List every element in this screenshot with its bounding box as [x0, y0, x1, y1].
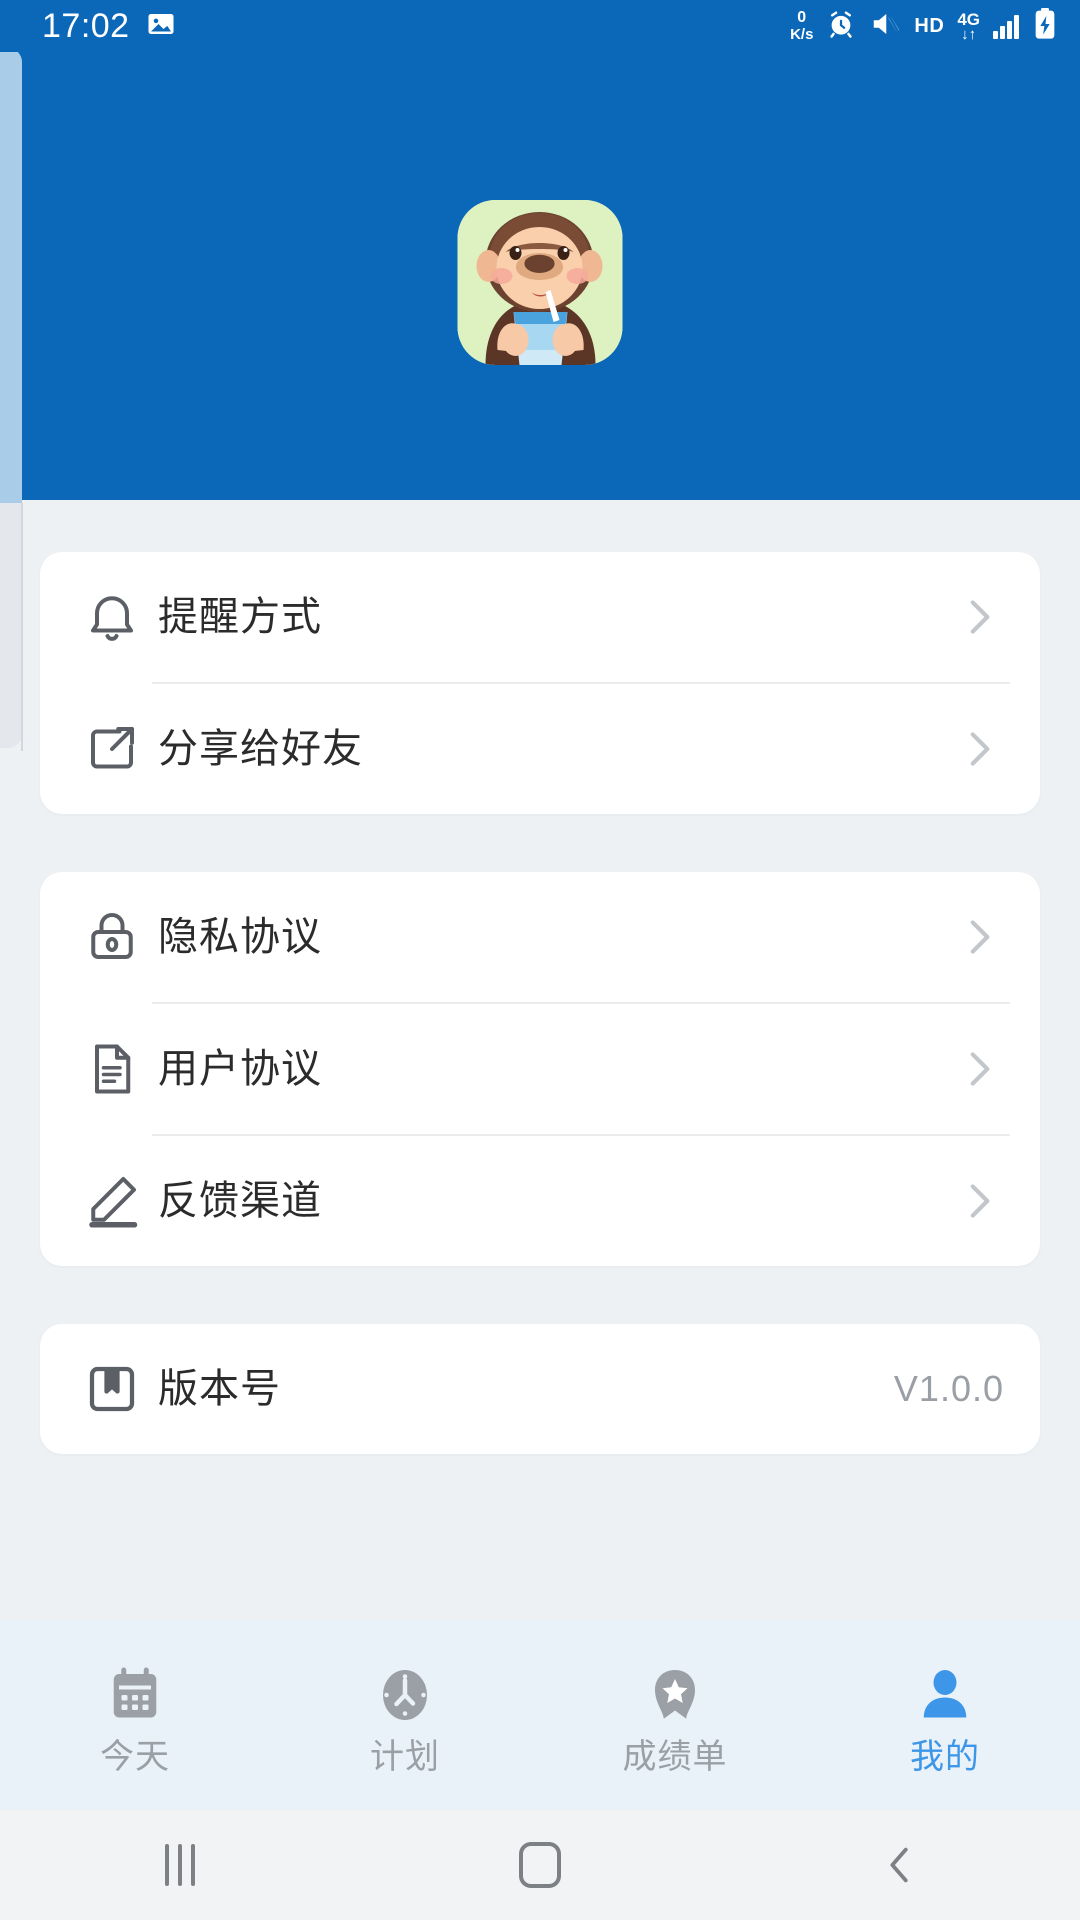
list-item-label: 用户协议: [158, 1046, 322, 1092]
back-icon[interactable]: [720, 1842, 1080, 1888]
pencil-icon: [82, 1171, 158, 1231]
list-item-label: 分享给好友: [158, 726, 363, 772]
document-icon: [82, 1039, 158, 1099]
android-nav-bar: [0, 1810, 1080, 1920]
network-type-label: 4G: [957, 9, 980, 29]
person-icon: [915, 1664, 975, 1726]
edge-peek-panel[interactable]: [0, 48, 22, 748]
tab-mine[interactable]: 我的: [810, 1620, 1080, 1810]
list-item-share[interactable]: 分享给好友: [40, 684, 1040, 814]
network-speed-indicator: 0 K/s: [790, 9, 814, 43]
battery-charging-icon: [1032, 7, 1058, 45]
network-type-indicator: 4G ↓↑: [957, 11, 980, 42]
chevron-right-icon: [954, 1044, 1004, 1094]
legal-card: 隐私协议 用户协议 反馈渠道: [40, 872, 1040, 1266]
tab-label: 我的: [910, 1737, 980, 1777]
calendar-icon: [105, 1664, 165, 1726]
home-icon[interactable]: [360, 1842, 720, 1888]
lock-icon: [82, 907, 158, 967]
list-item-version: 版本号 V1.0.0: [40, 1324, 1040, 1454]
list-item-user-agreement[interactable]: 用户协议: [40, 1004, 1040, 1134]
bottom-tab-bar: 今天 计划 成绩单 我的: [0, 1620, 1080, 1810]
tab-today[interactable]: 今天: [0, 1620, 270, 1810]
list-item-label: 版本号: [158, 1366, 281, 1412]
status-clock: 17:02: [42, 6, 130, 45]
tab-label: 成绩单: [622, 1737, 728, 1777]
network-speed-value: 0: [797, 9, 807, 26]
bookmark-icon: [82, 1359, 158, 1419]
tab-report[interactable]: 成绩单: [540, 1620, 810, 1810]
badge-star-icon: [645, 1664, 705, 1726]
tab-label: 计划: [370, 1737, 440, 1777]
edge-peek-divider: [21, 503, 23, 751]
version-card: 版本号 V1.0.0: [40, 1324, 1040, 1454]
chevron-right-icon: [954, 724, 1004, 774]
chevron-right-icon: [954, 592, 1004, 642]
list-item-label: 反馈渠道: [158, 1178, 322, 1224]
app-screen: 17:02 0 K/s HD 4G ↓↑ 提醒方式 分享给好友 隐私协议 用户协…: [0, 0, 1080, 1920]
monkey-drinking-water-icon: [457, 200, 623, 365]
chevron-right-icon: [954, 1176, 1004, 1226]
recents-icon[interactable]: [0, 1844, 360, 1886]
mute-icon: [869, 9, 901, 44]
network-speed-unit: K/s: [790, 26, 814, 43]
network-arrows: ↓↑: [961, 25, 977, 43]
share-icon: [82, 719, 158, 779]
settings-card: 提醒方式 分享给好友: [40, 552, 1040, 814]
image-icon: [146, 9, 176, 44]
bell-icon: [82, 587, 158, 647]
list-item-label: 提醒方式: [158, 594, 322, 640]
version-value: V1.0.0: [893, 1368, 1004, 1409]
status-bar: 17:02 0 K/s HD 4G ↓↑: [0, 0, 1080, 52]
tab-plan[interactable]: 计划: [270, 1620, 540, 1810]
list-item-privacy[interactable]: 隐私协议: [40, 872, 1040, 1002]
list-item-label: 隐私协议: [158, 914, 322, 960]
list-item-reminder[interactable]: 提醒方式: [40, 552, 1040, 682]
tab-label: 今天: [100, 1737, 170, 1777]
signal-bars-icon: [993, 13, 1019, 39]
settings-content: 提醒方式 分享给好友 隐私协议 用户协议 反馈渠道 版本号 V1.0.0: [0, 500, 1080, 1512]
edge-peek-bottom: [0, 503, 22, 748]
clock-icon: [375, 1664, 435, 1726]
hd-label: HD: [914, 14, 945, 37]
edge-peek-top: [0, 48, 22, 503]
list-item-feedback[interactable]: 反馈渠道: [40, 1136, 1040, 1266]
alarm-icon: [826, 9, 856, 44]
profile-header: [0, 0, 1080, 500]
chevron-right-icon: [954, 912, 1004, 962]
status-bar-left: 17:02: [42, 7, 176, 46]
status-bar-right: 0 K/s HD 4G ↓↑: [790, 7, 1058, 45]
